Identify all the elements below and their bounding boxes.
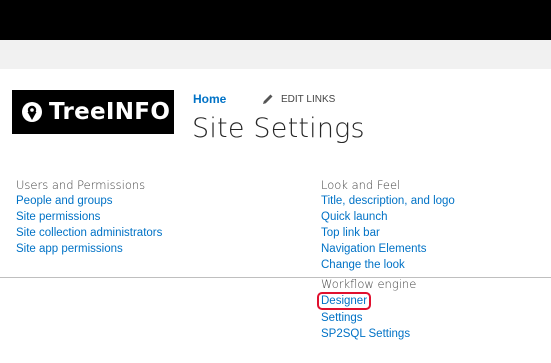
edit-links-button[interactable]: EDIT LINKS bbox=[262, 93, 335, 105]
page-title: Site Settings bbox=[192, 113, 365, 144]
people-and-groups-link[interactable]: People and groups bbox=[16, 193, 162, 209]
workflow-engine-heading: Workflow engine bbox=[321, 277, 417, 291]
designer-link[interactable]: Designer bbox=[317, 292, 372, 310]
top-link-bar-link[interactable]: Top link bar bbox=[321, 225, 455, 241]
users-permissions-section: Users and Permissions People and groups … bbox=[16, 177, 162, 257]
sp2sql-settings-link[interactable]: SP2SQL Settings bbox=[321, 326, 455, 342]
edit-links-label: EDIT LINKS bbox=[281, 93, 336, 105]
look-and-feel-section: Look and Feel Title, description, and lo… bbox=[317, 177, 455, 342]
site-app-permissions-link[interactable]: Site app permissions bbox=[16, 241, 162, 257]
quick-launch-link[interactable]: Quick launch bbox=[321, 209, 455, 225]
site-permissions-link[interactable]: Site permissions bbox=[16, 209, 162, 225]
pencil-icon bbox=[263, 94, 273, 104]
logo-text: TreeINFO bbox=[49, 99, 171, 125]
users-permissions-heading: Users and Permissions bbox=[16, 178, 146, 192]
site-logo[interactable]: TreeINFO bbox=[12, 90, 174, 134]
site-collection-administrators-link[interactable]: Site collection administrators bbox=[16, 225, 162, 241]
workflow-settings-link[interactable]: Settings bbox=[321, 310, 455, 326]
section-divider bbox=[0, 277, 551, 278]
look-and-feel-heading: Look and Feel bbox=[321, 178, 401, 192]
breadcrumb-home-link[interactable]: Home bbox=[193, 92, 226, 106]
navigation-elements-link[interactable]: Navigation Elements bbox=[321, 241, 455, 257]
location-pin-icon bbox=[22, 102, 42, 122]
change-the-look-link[interactable]: Change the look bbox=[321, 257, 455, 273]
top-suite-bar bbox=[0, 0, 551, 40]
title-description-logo-link[interactable]: Title, description, and logo bbox=[321, 193, 455, 209]
ribbon-bar bbox=[0, 40, 551, 69]
